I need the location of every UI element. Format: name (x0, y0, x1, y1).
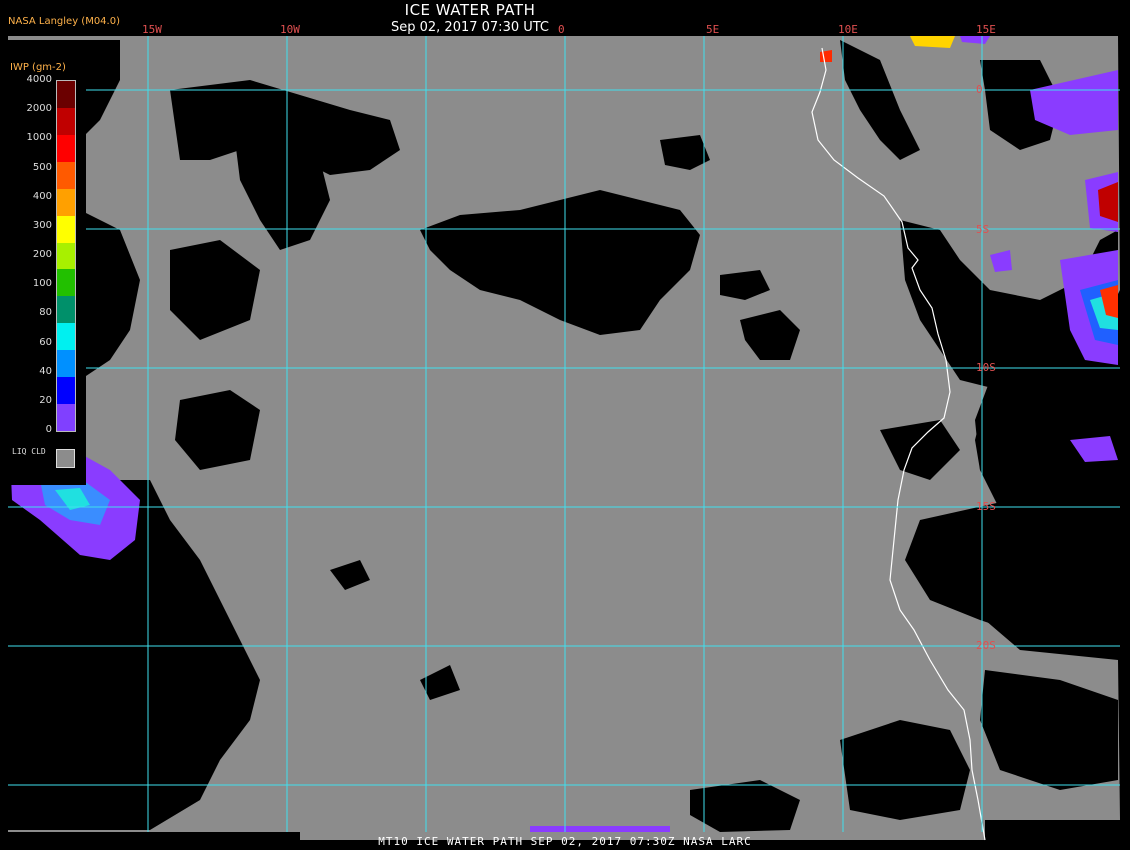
legend-swatch (57, 215, 75, 244)
legend-swatch (57, 350, 75, 378)
footer-caption: MT10 ICE WATER PATH SEP 02, 2017 07:30Z … (378, 835, 752, 848)
legend-tick-label: 100 (32, 278, 52, 290)
legend-tick-label: 40 (39, 365, 52, 377)
legend-swatch (57, 296, 75, 324)
latitude-label-15s: 15S (976, 500, 996, 513)
latitude-label-5s: 5S (976, 223, 990, 236)
legend-swatch (57, 323, 75, 351)
map-title: ICE WATER PATH (404, 1, 536, 19)
legend-tick-label: 4000 (26, 74, 52, 85)
legend-swatch (57, 81, 75, 109)
legend-color-bar (56, 80, 76, 432)
longitude-label-10w: 10W (280, 23, 300, 36)
longitude-label-15e: 15E (976, 23, 996, 36)
legend-tick-label: 200 (32, 249, 52, 260)
legend-swatch (57, 188, 75, 217)
latitude-label-10s: 10S (976, 361, 996, 374)
longitude-label-10e: 10E (838, 23, 858, 36)
legend-swatch (57, 107, 75, 136)
legend-swatch (57, 134, 75, 163)
latitude-label-20s: 20S (976, 639, 996, 652)
legend-swatch (57, 161, 75, 190)
liquid-cloud-label: LIQ CLD (12, 447, 46, 456)
legend-swatch (57, 269, 75, 297)
legend-tick-label: 2000 (26, 103, 52, 115)
legend-tick-label: 80 (39, 307, 52, 319)
legend-tick-label: 1000 (26, 132, 52, 144)
legend-tick-label: 300 (32, 219, 52, 231)
legend-swatch (57, 404, 75, 432)
map-timestamp: Sep 02, 2017 07:30 UTC (390, 20, 550, 35)
longitude-label-5e: 5E (706, 23, 720, 36)
longitude-label-0: 0 (558, 23, 565, 36)
liquid-cloud-swatch (56, 449, 75, 468)
legend-tick-label: 400 (32, 190, 52, 202)
ice-water-path-map (0, 0, 1130, 850)
legend-tick-label: 20 (39, 394, 52, 406)
legend-tick-label: 500 (32, 161, 52, 173)
legend-swatch (57, 242, 75, 270)
iwp-color-legend: IWP (gm-2) 4000 2000 1000 500 400 300 200 100 80… (6, 60, 86, 485)
legend-tick-label: 0 (45, 424, 52, 435)
legend-swatch (57, 377, 75, 405)
legend-tick-label: 60 (39, 336, 52, 348)
longitude-label-15w: 15W (142, 23, 162, 36)
legend-title: IWP (gm-2) (10, 62, 66, 73)
latitude-label-0: 0 (976, 83, 983, 96)
